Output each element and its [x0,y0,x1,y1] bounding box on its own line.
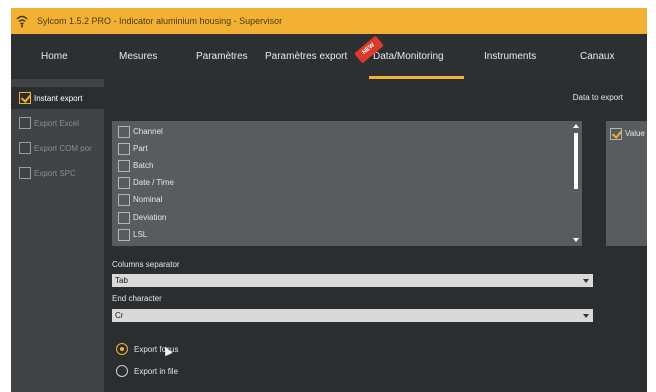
list-item-label: Batch [133,161,154,170]
list-item[interactable]: Date / Time [118,174,174,191]
selected-fields-list: Value [606,121,647,246]
end-character-label: End character [112,294,162,303]
checkbox-icon[interactable] [118,228,130,241]
field-list: Channel Part Batch Date / Time Nominal D… [112,121,582,246]
checkbox-checked-icon[interactable] [19,92,31,104]
sidebar-item-label: Export SPC [34,168,76,178]
sidebar-item-export-com[interactable]: Export COM por [11,137,104,159]
menu-home[interactable]: Home [41,34,68,79]
menu-parametres-export[interactable]: Paramètres export [265,34,347,79]
radio-icon[interactable] [116,365,128,377]
checkbox-icon[interactable] [118,211,130,224]
scroll-up-icon[interactable] [573,124,579,128]
checkbox-icon[interactable] [19,142,31,154]
menu-parametres[interactable]: Paramètres [196,34,248,79]
list-item[interactable]: Value [610,125,645,142]
sidebar-item-instant-export[interactable]: Instant export [11,87,112,109]
columns-separator-label: Columns separator [112,260,180,269]
sidebar-item-label: Instant export [34,93,83,103]
scroll-thumb[interactable] [574,133,578,189]
main-menu: Home Mesures Paramètres Paramètres expor… [11,34,647,79]
checkbox-icon[interactable] [19,117,31,129]
list-item-label: Date / Time [133,178,174,187]
instant-export-panel: Data to export Channel Part Batch Date /… [104,79,647,392]
list-item[interactable]: Nominal [118,191,162,208]
list-item[interactable]: Deviation [118,209,166,226]
list-item-label: Part [133,144,148,153]
export-in-file-option[interactable]: Export in file [116,364,178,378]
data-to-export-label: Data to export [572,93,623,102]
sidebar-item-export-excel[interactable]: Export Excel [11,112,104,134]
sidebar-item-label: Export Excel [34,118,79,128]
window-title: Sylcom 1.5.2 PRO - Indicator aluminium h… [37,16,283,26]
list-item-label: Deviation [133,213,167,222]
end-character-select[interactable]: Cr [112,309,593,322]
title-bar: Sylcom 1.5.2 PRO - Indicator aluminium h… [11,8,647,34]
sidebar: Instant export Export Excel Export COM p… [11,79,112,392]
checkbox-checked-icon[interactable] [610,127,622,140]
menu-instruments[interactable]: Instruments [484,34,536,79]
scroll-down-icon[interactable] [573,238,579,242]
checkbox-icon[interactable] [118,193,130,206]
checkbox-icon[interactable] [118,176,130,189]
list-item[interactable]: Part [118,140,148,157]
menu-data-monitoring[interactable]: Data/Monitoring [369,34,464,79]
checkbox-icon[interactable] [19,167,31,179]
radio-selected-icon[interactable] [116,343,128,355]
app-window: Sylcom 1.5.2 PRO - Indicator aluminium h… [11,8,647,392]
chevron-down-icon [583,279,589,283]
menu-canaux[interactable]: Canaux [580,34,614,79]
list-item[interactable]: Batch [118,157,153,174]
checkbox-icon[interactable] [118,142,130,155]
checkbox-icon[interactable] [118,159,130,172]
columns-separator-select[interactable]: Tab [112,274,593,287]
select-value: Cr [115,311,124,320]
list-item-label: LSL [133,230,148,239]
wifi-signal-icon [16,15,28,28]
list-item-label: Channel [133,127,163,136]
sidebar-item-export-spc[interactable]: Export SPC [11,162,104,184]
list-item-label: Value [625,129,645,138]
chevron-down-icon [583,314,589,318]
list-item[interactable]: Channel [118,123,163,140]
sidebar-item-label: Export COM por [34,143,92,153]
radio-label: Export in file [134,366,179,376]
list-item-label: Nominal [133,195,163,204]
list-item[interactable]: LSL [118,226,147,243]
checkbox-icon[interactable] [118,125,130,138]
select-value: Tab [115,276,128,285]
menu-mesures[interactable]: Mesures [119,34,157,79]
list-scrollbar[interactable] [570,121,582,246]
